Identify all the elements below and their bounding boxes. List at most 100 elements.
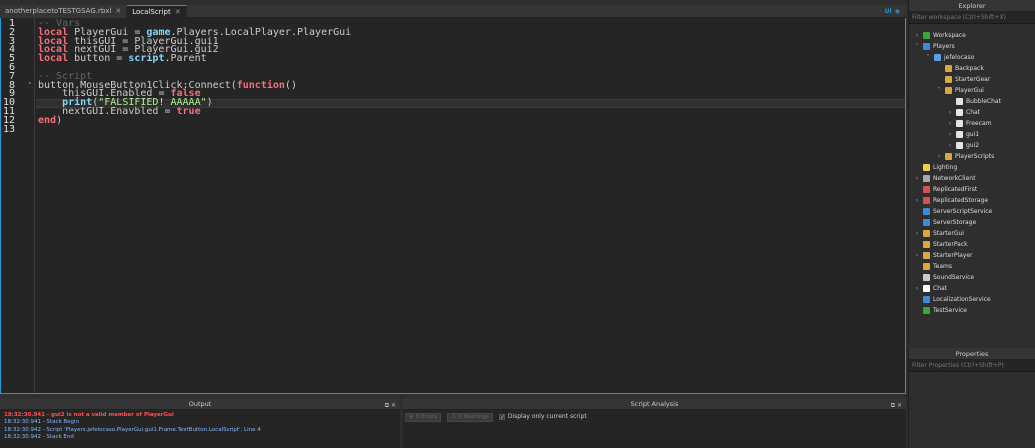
explorer-filter-input[interactable]: Filter workspace (Ctrl+Shift+X) — [909, 12, 1035, 24]
errors-filter-button[interactable]: ⊗ 0 Errors — [405, 413, 442, 422]
explorer-item-label: ReplicatedStorage — [933, 197, 989, 204]
explorer-item-chat[interactable]: › Chat — [914, 283, 947, 294]
screengui-icon — [956, 120, 963, 127]
code-line[interactable]: nextGUI.Enavbled = true — [38, 106, 351, 117]
replicatedstorage-icon — [923, 197, 930, 204]
explorer-item-starterplayer[interactable]: › StarterPlayer — [914, 250, 973, 261]
explorer-item-label: Backpack — [955, 65, 984, 72]
fold-chevron-icon[interactable]: ˅ — [28, 82, 32, 90]
explorer-item-startergui[interactable]: › StarterGui — [914, 228, 964, 239]
chevron-right-icon[interactable]: › — [947, 120, 953, 127]
analysis-body: ⊗ 0 Errors ⚠ 0 Warnings ✓ Display only c… — [403, 410, 906, 448]
explorer-item-jefelocaso[interactable]: ˅ jefelocaso — [925, 52, 974, 63]
output-line[interactable]: 18:32:30.941 - gui2 is not a valid membe… — [4, 412, 396, 419]
explorer-item-starterpack[interactable]: StarterPack — [914, 239, 968, 250]
teams-icon — [923, 263, 930, 270]
explorer-item-players[interactable]: ˅ Players — [914, 41, 955, 52]
explorer-item-label: jefelocaso — [944, 54, 975, 61]
panel-controls[interactable]: ⧉ ✕ — [385, 400, 396, 412]
properties-filter-input[interactable]: Filter Properties (Ctrl+Shift+P) — [909, 360, 1035, 372]
output-line[interactable]: 18:32:30.942 - Stack End — [4, 434, 396, 441]
code-line[interactable]: end) — [38, 115, 351, 126]
script-editor[interactable]: 1 2 3 4 5 6 7 8 9 10 11 12 13 ˅ -- Vars local PlayerGu… — [0, 18, 906, 394]
explorer-item-serverscriptservice[interactable]: ServerScriptService — [914, 206, 992, 217]
editor-tab-bar: anotherplacetoTESTGSAG.rbxl ✕ LocalScrip… — [0, 5, 906, 18]
screengui-icon — [956, 98, 963, 105]
output-line[interactable]: 18:32:30.942 - Script 'Players.jefelocas… — [4, 427, 396, 434]
explorer-item-gui1[interactable]: › gui1 — [947, 129, 979, 140]
explorer-item-label: SoundService — [933, 274, 975, 281]
tab-tools: UI ◉ — [885, 5, 906, 17]
explorer-item-label: Chat — [933, 285, 948, 292]
chevron-right-icon[interactable]: › — [914, 32, 920, 39]
explorer-item-label: NetworkClient — [933, 175, 976, 182]
chevron-down-icon[interactable]: ˅ — [936, 87, 942, 94]
explorer-item-backpack[interactable]: Backpack — [936, 63, 984, 74]
explorer-item-localizationservice[interactable]: LocalizationService — [914, 294, 991, 305]
code-line[interactable]: local button = script.Parent — [38, 54, 351, 64]
warnings-filter-button[interactable]: ⚠ 0 Warnings — [447, 413, 493, 422]
eye-icon[interactable]: ◉ — [895, 8, 900, 15]
explorer-item-label: StarterPack — [933, 241, 968, 248]
startergui-icon — [923, 230, 930, 237]
explorer-item-replicatedfirst[interactable]: ReplicatedFirst — [914, 184, 977, 195]
ui-toggle-label[interactable]: UI — [885, 8, 892, 15]
explorer-item-chat[interactable]: › Chat — [947, 107, 980, 118]
lightbulb-icon — [923, 164, 930, 171]
tab-localscript[interactable]: LocalScript ✕ — [127, 5, 187, 19]
explorer-item-startergear[interactable]: StarterGear — [936, 74, 990, 85]
explorer-item-soundservice[interactable]: SoundService — [914, 272, 974, 283]
output-panel: Output ⧉ ✕ 18:32:30.941 - gui2 is not a … — [0, 398, 400, 448]
chevron-right-icon[interactable]: › — [936, 153, 942, 160]
chevron-right-icon[interactable]: › — [947, 131, 953, 138]
line-number: 13 — [2, 123, 15, 135]
checkbox-icon[interactable]: ✓ — [498, 413, 505, 420]
explorer-item-testservice[interactable]: TestService — [914, 305, 967, 316]
explorer-item-replicatedstorage[interactable]: › ReplicatedStorage — [914, 195, 988, 206]
explorer-item-label: gui1 — [966, 131, 980, 138]
chevron-right-icon[interactable]: › — [914, 230, 920, 237]
explorer-item-workspace[interactable]: › Workspace — [914, 30, 966, 41]
explorer-item-gui2[interactable]: › gui2 — [947, 140, 979, 151]
code-area[interactable]: -- Vars local PlayerGui = game.Players.Lo… — [38, 19, 351, 135]
chevron-right-icon[interactable]: › — [914, 252, 920, 259]
explorer-item-networkclient[interactable]: › NetworkClient — [914, 173, 975, 184]
chevron-right-icon[interactable]: › — [914, 285, 920, 292]
warnings-label: 0 Warnings — [458, 414, 489, 420]
output-log[interactable]: 18:32:30.941 - gui2 is not a valid membe… — [0, 410, 400, 448]
code-line[interactable] — [38, 126, 351, 135]
output-line[interactable]: 18:32:30.941 - Stack Begin — [4, 419, 396, 426]
chevron-right-icon[interactable]: › — [947, 142, 953, 149]
explorer-item-label: Teams — [933, 263, 952, 270]
script-analysis-panel: Script Analysis ⧉ ✕ ⊗ 0 Errors ⚠ 0 Warni… — [403, 398, 906, 448]
panel-controls[interactable]: ⧉ ✕ — [891, 400, 902, 412]
close-icon[interactable]: ✕ — [175, 6, 181, 19]
properties-panel: Properties Filter Properties (Ctrl+Shift… — [908, 348, 1035, 448]
chevron-right-icon[interactable]: › — [914, 175, 920, 182]
close-icon[interactable]: ✕ — [115, 5, 121, 18]
explorer-item-freecam[interactable]: › Freecam — [947, 118, 992, 129]
chevron-down-icon[interactable]: ˅ — [925, 54, 931, 61]
explorer-item-lighting[interactable]: Lighting — [914, 162, 957, 173]
explorer-item-label: PlayerScripts — [955, 153, 995, 160]
tab-place-file[interactable]: anotherplacetoTESTGSAG.rbxl ✕ — [0, 5, 128, 18]
explorer-item-playerscripts[interactable]: › PlayerScripts — [936, 151, 994, 162]
explorer-item-label: ServerStorage — [933, 219, 977, 226]
properties-title: Properties — [909, 348, 1035, 360]
explorer-item-serverstorage[interactable]: ServerStorage — [914, 217, 976, 228]
explorer-item-label: Workspace — [933, 32, 966, 39]
error-icon: ⊗ — [409, 414, 414, 420]
explorer-title: Explorer — [909, 0, 1035, 12]
explorer-item-label: gui2 — [966, 142, 980, 149]
chevron-down-icon[interactable]: ˅ — [914, 43, 920, 50]
analysis-title-bar: Script Analysis ⧉ ✕ — [403, 398, 906, 410]
explorer-item-bubblechat[interactable]: BubbleChat — [947, 96, 1001, 107]
chevron-right-icon[interactable]: › — [947, 109, 953, 116]
screengui-icon — [956, 131, 963, 138]
explorer-item-teams[interactable]: Teams — [914, 261, 952, 272]
analysis-title: Script Analysis — [630, 400, 679, 408]
playergui-icon — [945, 87, 952, 94]
explorer-item-playergui[interactable]: ˅ PlayerGui — [936, 85, 984, 96]
current-script-checkbox[interactable]: ✓ Display only current script — [498, 413, 587, 420]
chevron-right-icon[interactable]: › — [914, 197, 920, 204]
